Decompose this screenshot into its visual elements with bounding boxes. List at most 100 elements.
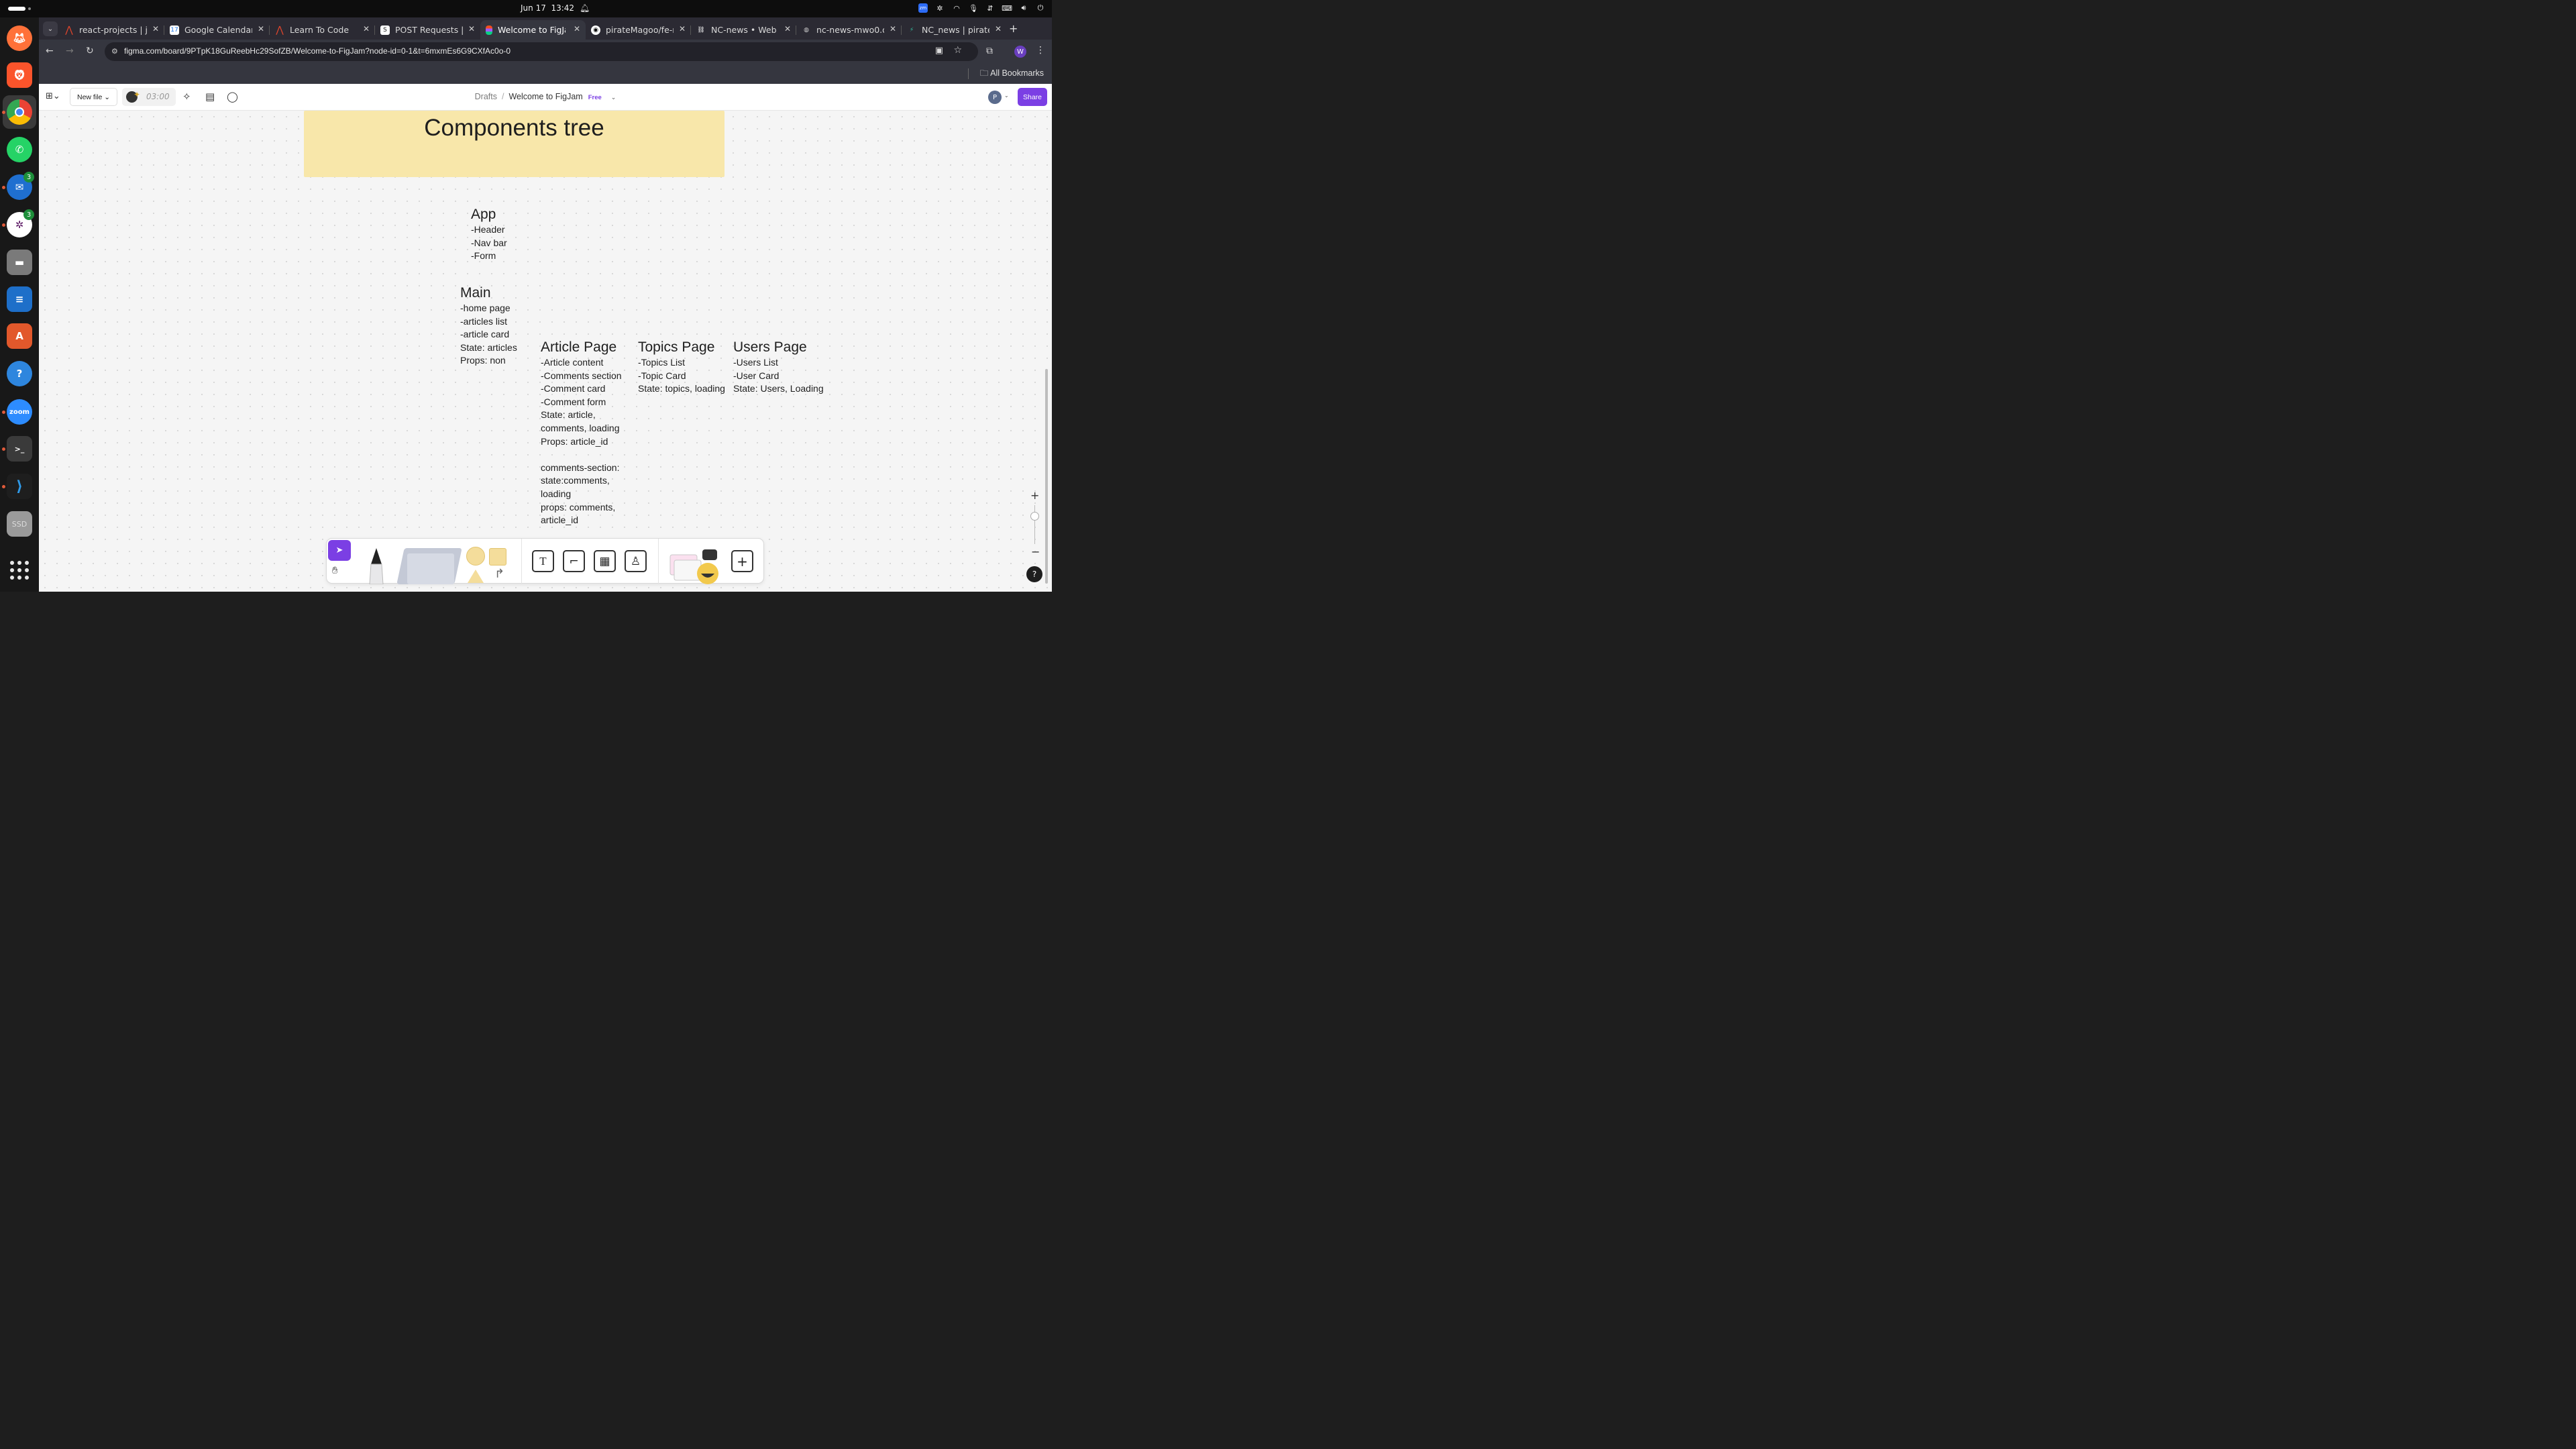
url-text[interactable]: figma.com/board/9PTpK18GuReebHc29SofZB/W… bbox=[124, 46, 511, 56]
plan-badge: Free bbox=[588, 94, 602, 101]
close-tab-icon[interactable]: ✕ bbox=[784, 24, 791, 34]
app-text-block[interactable]: App -Header -Nav bar -Form bbox=[471, 206, 507, 263]
help-button[interactable]: ? bbox=[1026, 566, 1042, 582]
chrome-icon[interactable] bbox=[7, 99, 32, 125]
activities-indicator[interactable] bbox=[8, 7, 25, 11]
bookmark-star-icon[interactable]: ☆ bbox=[953, 45, 962, 56]
tab-title: NC-news • Web S bbox=[711, 25, 779, 35]
profile-avatar[interactable]: W bbox=[1014, 46, 1026, 58]
tab-google-calendar[interactable]: 17 Google Calendar - ✕ bbox=[164, 20, 270, 40]
zoom-out-icon[interactable]: − bbox=[1031, 545, 1040, 558]
table-tool-icon[interactable]: ▦ bbox=[594, 550, 616, 572]
hand-tool-icon[interactable]: ✋︎ bbox=[332, 564, 338, 576]
components-tree-sticky[interactable]: Components tree bbox=[304, 111, 724, 177]
extensions-puzzle-icon[interactable]: ⧉ bbox=[986, 46, 993, 56]
browser-menu-icon[interactable]: ⋮ bbox=[1036, 45, 1045, 56]
tab-learn-to-code[interactable]: ⋀ Learn To Code ✕ bbox=[270, 20, 375, 40]
close-tab-icon[interactable]: ✕ bbox=[679, 24, 686, 34]
section-tool-icon[interactable]: ⌐ bbox=[563, 550, 585, 572]
zoom-icon[interactable]: zoom bbox=[7, 399, 32, 425]
stamp-tool-icon[interactable]: ♙ bbox=[625, 550, 647, 572]
vertical-scrollbar[interactable] bbox=[1045, 369, 1048, 584]
tab-nc-news-web[interactable]: ⛓︎ NC-news • Web S ✕ bbox=[691, 20, 796, 40]
tab-post-requests[interactable]: S POST Requests | A ✕ bbox=[375, 20, 480, 40]
system-clock[interactable]: Jun 17 13:42 bbox=[521, 3, 574, 13]
breadcrumb-drafts[interactable]: Drafts bbox=[475, 92, 497, 101]
power-icon[interactable]: ⏻︎ bbox=[1036, 3, 1045, 13]
creation-toolbar: ➤ ✋︎ ↱ T ⌐ ▦ ♙ + bbox=[326, 538, 764, 584]
install-app-icon[interactable]: ▣ bbox=[935, 46, 943, 56]
firefox-icon[interactable]: 🦊︎ bbox=[7, 25, 32, 51]
zoom-slider-handle[interactable] bbox=[1030, 512, 1039, 521]
tab-title: Google Calendar - bbox=[184, 25, 252, 35]
zoom-slider-track[interactable] bbox=[1034, 505, 1035, 544]
whatsapp-icon[interactable]: ✆ bbox=[7, 137, 32, 162]
files-icon[interactable]: ▬ bbox=[7, 250, 32, 275]
terminal-icon[interactable]: >_ bbox=[7, 436, 32, 462]
file-name[interactable]: Welcome to FigJam bbox=[508, 92, 582, 101]
close-tab-icon[interactable]: ✕ bbox=[574, 24, 580, 34]
user-avatar[interactable]: P bbox=[988, 91, 1002, 104]
tab-welcome-to-figjam[interactable]: Welcome to FigJa ✕ bbox=[480, 20, 586, 40]
whiteboard-canvas[interactable]: Components tree App -Header -Nav bar -Fo… bbox=[39, 111, 1052, 592]
site-info-icon[interactable]: ⚙︎ bbox=[111, 47, 118, 56]
tab-nc-news-site[interactable]: ◍ nc-news-mwo0.on ✕ bbox=[796, 20, 902, 40]
article-page-item: comments, loading bbox=[541, 422, 620, 433]
reload-icon[interactable]: ↻ bbox=[86, 46, 94, 56]
running-indicator bbox=[2, 485, 5, 488]
running-indicator bbox=[2, 411, 5, 414]
back-arrow-icon[interactable]: ← bbox=[46, 46, 54, 56]
network-icon[interactable]: ⇵ bbox=[985, 3, 995, 13]
close-tab-icon[interactable]: ✕ bbox=[152, 24, 159, 34]
running-indicator bbox=[2, 111, 5, 114]
volume-icon[interactable]: 🔊︎ bbox=[1019, 3, 1028, 13]
widgets-stickers-icon[interactable] bbox=[669, 545, 722, 584]
text-tool-icon[interactable]: T bbox=[532, 550, 554, 572]
notification-bell-icon[interactable]: 🔔︎ bbox=[580, 3, 590, 13]
all-bookmarks-label: All Bookmarks bbox=[990, 68, 1044, 78]
users-page-text-block[interactable]: Users Page -Users List -User Card State:… bbox=[733, 339, 824, 396]
close-tab-icon[interactable]: ✕ bbox=[363, 24, 370, 34]
topics-page-item: -Topics List bbox=[638, 357, 686, 368]
vscode-icon[interactable]: ⟩ bbox=[7, 474, 32, 499]
circle-shape-icon[interactable] bbox=[466, 547, 485, 566]
select-tool-icon[interactable]: ➤ bbox=[328, 540, 351, 561]
tab-piratemagoo-repo[interactable]: ◉ pirateMagoo/fe-n ✕ bbox=[586, 20, 691, 40]
show-apps-icon[interactable] bbox=[10, 561, 29, 580]
vpn-tray-icon[interactable]: ◠ bbox=[952, 3, 961, 13]
all-bookmarks-button[interactable]: 🗀︎ All Bookmarks bbox=[980, 67, 1044, 81]
ssd-drive-icon[interactable]: SSD bbox=[7, 511, 32, 537]
sticky-note-icon[interactable] bbox=[407, 553, 454, 584]
new-tab-button[interactable]: + bbox=[1009, 22, 1018, 35]
slack-tray-icon[interactable]: ✲ bbox=[935, 3, 945, 13]
chevron-down-icon[interactable]: ⌄ bbox=[611, 94, 616, 101]
share-button[interactable]: Share bbox=[1018, 88, 1047, 106]
tab-nc-news-netlify[interactable]: ⚡︎ NC_news | pirateM ✕ bbox=[902, 20, 1007, 40]
comments-section-item: comments-section: bbox=[541, 462, 620, 473]
zoom-tray-icon[interactable]: zm bbox=[918, 3, 928, 13]
writer-icon[interactable]: ≡ bbox=[7, 286, 32, 312]
more-tools-plus-icon[interactable]: + bbox=[731, 550, 753, 572]
triangle-shape-icon[interactable] bbox=[468, 570, 484, 583]
keyboard-icon[interactable]: ⌨︎ bbox=[1002, 3, 1012, 13]
forward-arrow-icon[interactable]: → bbox=[66, 46, 74, 56]
tab-search-button[interactable]: ⌄ bbox=[43, 21, 58, 36]
close-tab-icon[interactable]: ✕ bbox=[468, 24, 475, 34]
chevron-down-icon[interactable]: ⌄ bbox=[1004, 93, 1009, 99]
topics-page-text-block[interactable]: Topics Page -Topics List -Topic Card Sta… bbox=[638, 339, 725, 396]
article-page-text-block[interactable]: Article Page -Article content -Comments … bbox=[541, 339, 622, 527]
help-icon[interactable]: ? bbox=[7, 361, 32, 386]
marker-tool-icon[interactable] bbox=[367, 547, 386, 584]
main-text-block[interactable]: Main -home page -articles list -article … bbox=[460, 284, 517, 368]
microphone-icon[interactable]: 🎙︎ bbox=[969, 3, 978, 13]
close-tab-icon[interactable]: ✕ bbox=[890, 24, 896, 34]
tab-react-projects[interactable]: ⋀ react-projects | js ✕ bbox=[59, 20, 164, 40]
zoom-in-icon[interactable]: + bbox=[1030, 489, 1039, 502]
connector-arrow-icon[interactable]: ↱ bbox=[494, 567, 504, 581]
address-bar[interactable]: ⚙︎ figma.com/board/9PTpK18GuReebHc29SofZ… bbox=[105, 42, 978, 61]
close-tab-icon[interactable]: ✕ bbox=[258, 24, 264, 34]
close-tab-icon[interactable]: ✕ bbox=[995, 24, 1002, 34]
square-shape-icon[interactable] bbox=[489, 548, 506, 566]
brave-browser-icon[interactable]: 🦁︎ bbox=[7, 62, 32, 88]
app-center-icon[interactable]: A bbox=[7, 323, 32, 349]
